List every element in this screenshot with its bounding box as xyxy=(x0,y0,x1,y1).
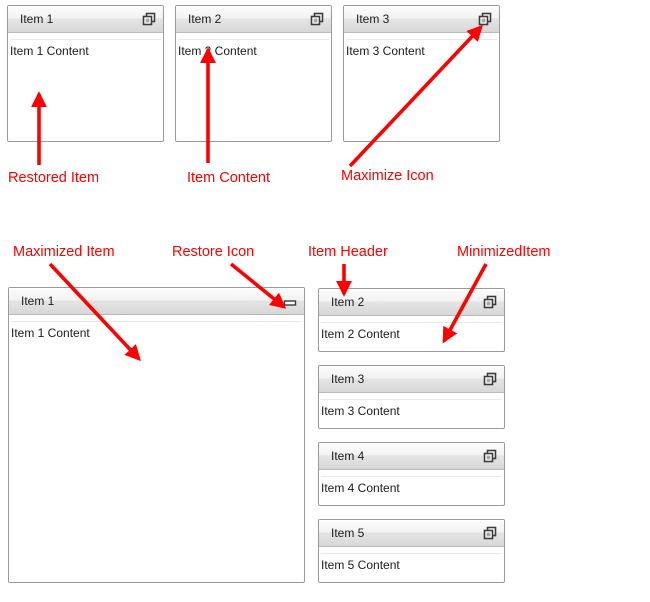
panel-title: Item 2 xyxy=(331,295,365,309)
annotation-label-item-header: Item Header xyxy=(308,244,388,260)
panel-title: Item 5 xyxy=(331,526,365,540)
item-header[interactable]: Item 1 xyxy=(9,288,304,315)
panel-content-text: Item 3 Content xyxy=(346,44,425,58)
panel-body: Item 1 Content xyxy=(8,33,163,57)
header-separator xyxy=(10,39,161,40)
panel-title: Item 2 xyxy=(188,12,222,26)
panel-content-text: Item 5 Content xyxy=(321,558,400,572)
panel-title: Item 3 xyxy=(356,12,390,26)
header-separator xyxy=(346,39,497,40)
item-header[interactable]: Item 5 xyxy=(319,520,504,547)
maximize-icon-button[interactable] xyxy=(139,9,159,29)
item-header[interactable]: Item 1 xyxy=(8,6,163,33)
maximize-icon-button[interactable] xyxy=(480,446,500,466)
panel-title: Item 3 xyxy=(331,372,365,386)
maximize-icon xyxy=(478,12,492,26)
maximize-icon-button[interactable] xyxy=(480,523,500,543)
minimized-panel-item-4[interactable]: Item 4 Item 4 Content xyxy=(318,442,505,506)
annotation-label-maximize-icon: Maximize Icon xyxy=(341,168,434,184)
maximize-icon-button[interactable] xyxy=(307,9,327,29)
maximize-icon-button[interactable] xyxy=(480,369,500,389)
panel-body: Item 3 Content xyxy=(344,33,499,57)
panel-title: Item 1 xyxy=(21,294,55,308)
panel-body: Item 5 Content xyxy=(319,547,504,571)
item-header[interactable]: Item 3 xyxy=(344,6,499,33)
maximize-icon xyxy=(310,12,324,26)
header-separator xyxy=(321,553,502,554)
minimized-panel-item-5[interactable]: Item 5 Item 5 Content xyxy=(318,519,505,583)
panel-content-text: Item 4 Content xyxy=(321,481,400,495)
panel-title: Item 4 xyxy=(331,449,365,463)
panel-body: Item 2 Content xyxy=(319,316,504,340)
restore-icon xyxy=(283,294,297,308)
annotation-label-item-content: Item Content xyxy=(187,170,271,186)
restored-panel-item-2[interactable]: Item 2 Item 2 Content xyxy=(175,5,332,142)
panel-content-text: Item 3 Content xyxy=(321,404,400,418)
panel-content-text: Item 1 Content xyxy=(10,44,89,58)
minimized-panel-item-2[interactable]: Item 2 Item 2 Content xyxy=(318,288,505,352)
maximize-icon-button[interactable] xyxy=(480,292,500,312)
maximize-icon xyxy=(483,449,497,463)
header-separator xyxy=(321,322,502,323)
maximize-icon xyxy=(483,295,497,309)
restore-icon-button[interactable] xyxy=(280,291,300,311)
panel-body: Item 3 Content xyxy=(319,393,504,417)
annotation-label-restored-item: Restored Item xyxy=(8,170,100,186)
panel-body: Item 2 Content xyxy=(176,33,331,57)
maximize-icon-button[interactable] xyxy=(475,9,495,29)
maximize-icon xyxy=(483,372,497,386)
annotation-label-restore-icon: Restore Icon xyxy=(172,244,255,260)
annotation-label-maximized-item: Maximized Item xyxy=(13,244,115,260)
maximized-panel-item-1[interactable]: Item 1 Item 1 Content xyxy=(8,287,305,583)
maximize-icon xyxy=(142,12,156,26)
item-header[interactable]: Item 4 xyxy=(319,443,504,470)
panel-content-text: Item 1 Content xyxy=(11,326,90,340)
header-separator xyxy=(178,39,329,40)
panel-body: Item 4 Content xyxy=(319,470,504,494)
restored-panel-item-1[interactable]: Item 1 Item 1 Content xyxy=(7,5,164,142)
item-header[interactable]: Item 3 xyxy=(319,366,504,393)
item-header[interactable]: Item 2 xyxy=(176,6,331,33)
minimized-panel-item-3[interactable]: Item 3 Item 3 Content xyxy=(318,365,505,429)
panel-body: Item 1 Content xyxy=(9,315,304,339)
panel-content-text: Item 2 Content xyxy=(178,44,257,58)
annotation-label-minimized-item: MinimizedItem xyxy=(457,244,551,260)
panel-content-text: Item 2 Content xyxy=(321,327,400,341)
maximize-icon xyxy=(483,526,497,540)
header-separator xyxy=(11,321,302,322)
header-separator xyxy=(321,399,502,400)
restored-panel-item-3[interactable]: Item 3 Item 3 Content xyxy=(343,5,500,142)
panel-title: Item 1 xyxy=(20,12,54,26)
header-separator xyxy=(321,476,502,477)
item-header[interactable]: Item 2 xyxy=(319,289,504,316)
